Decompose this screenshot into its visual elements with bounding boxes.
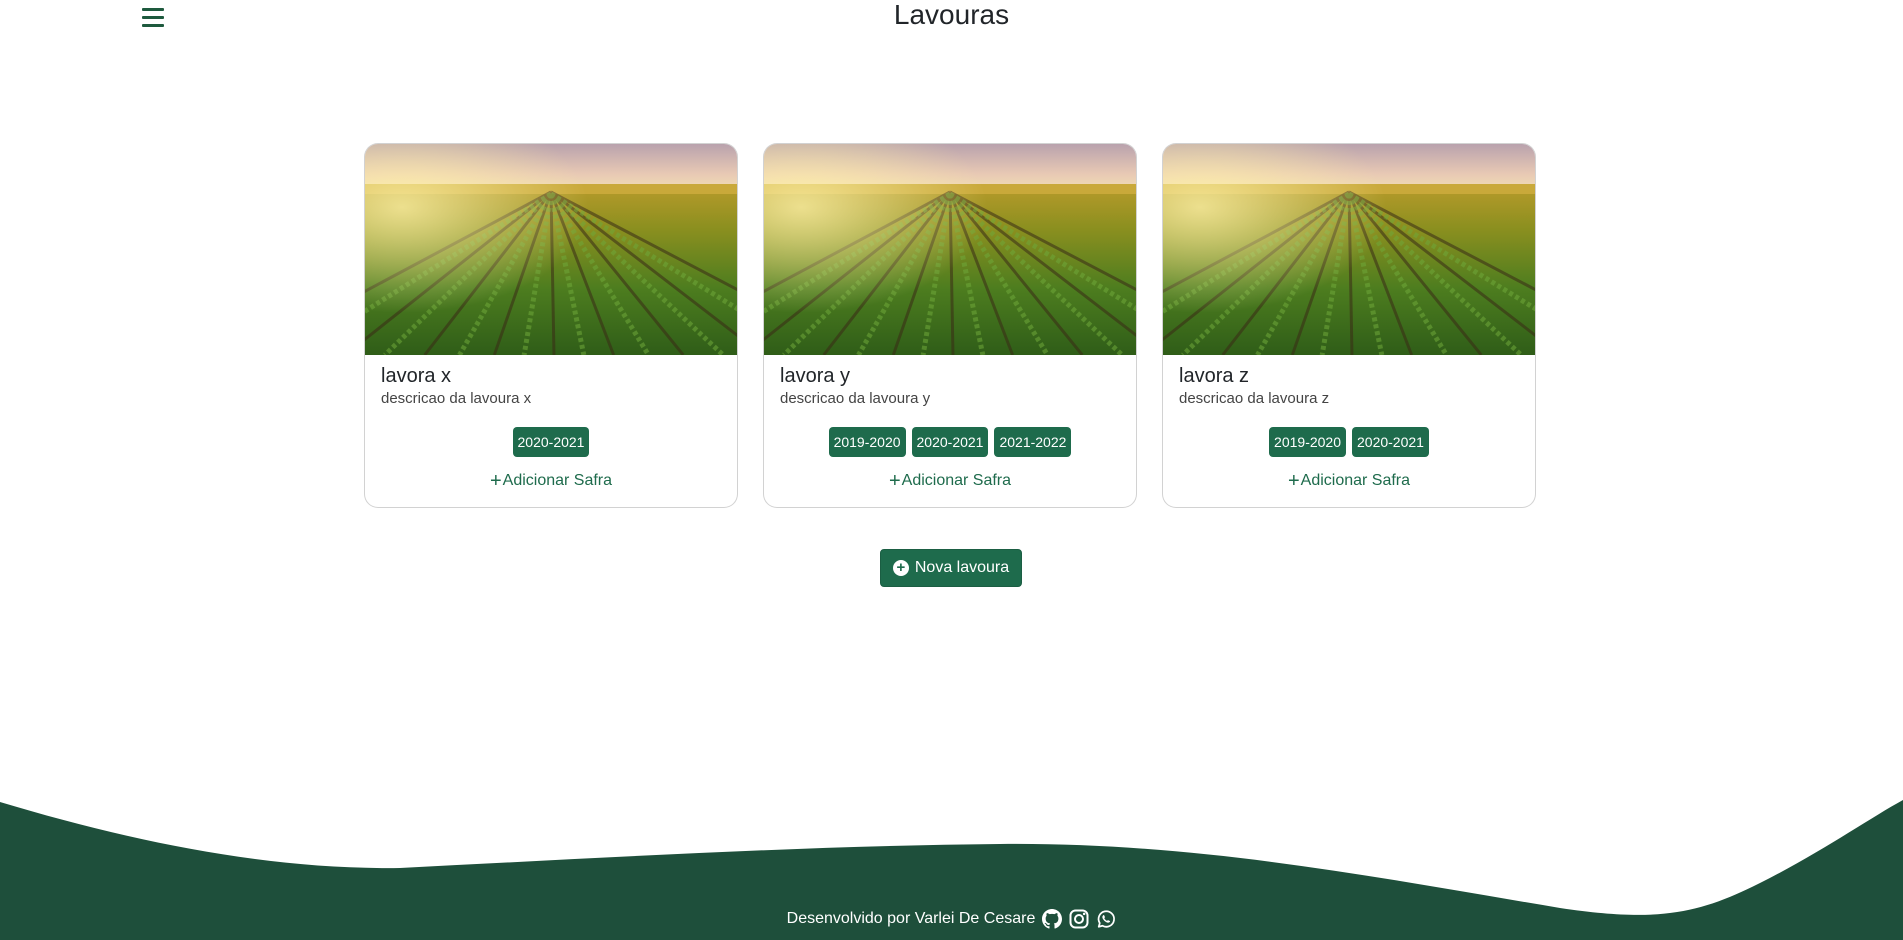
add-safra-label: Adicionar Safra <box>502 472 613 489</box>
safra-badge[interactable]: 2020-2021 <box>911 427 989 457</box>
footer: Desenvolvido por Varlei De Cesare <box>0 909 1903 929</box>
safra-badge[interactable]: 2020-2021 <box>1352 427 1429 457</box>
safras-list: 2019-2020 2020-2021 2021-2022 <box>764 427 1136 457</box>
instagram-icon[interactable] <box>1069 909 1089 929</box>
lavoura-description: descricao da lavoura y <box>780 390 931 407</box>
nova-lavoura-label: Nova lavoura <box>914 559 1010 576</box>
lavouras-list: lavora x descricao da lavoura x 2020-202… <box>364 143 1539 508</box>
nova-lavoura-button[interactable]: + Nova lavoura <box>880 549 1022 587</box>
safra-badge[interactable]: 2021-2022 <box>994 427 1072 457</box>
safras-list: 2019-2020 2020-2021 <box>1163 427 1535 457</box>
lavoura-card: lavora y descricao da lavoura y 2019-202… <box>763 143 1137 508</box>
whatsapp-icon[interactable] <box>1096 909 1116 929</box>
plus-icon: + <box>489 470 502 492</box>
safras-list: 2020-2021 <box>365 427 737 457</box>
add-safra-link[interactable]: + Adicionar Safra <box>365 470 737 492</box>
lavoura-title: lavora z <box>1179 365 1250 387</box>
lavoura-image <box>365 144 737 355</box>
plus-icon: + <box>1287 470 1300 492</box>
add-safra-label: Adicionar Safra <box>901 472 1012 489</box>
lavoura-card: lavora z descricao da lavoura z 2019-202… <box>1162 143 1536 508</box>
add-safra-link[interactable]: + Adicionar Safra <box>764 470 1136 492</box>
lavoura-title: lavora y <box>780 365 851 387</box>
add-safra-label: Adicionar Safra <box>1300 472 1411 489</box>
safra-badge[interactable]: 2020-2021 <box>512 427 590 457</box>
github-icon[interactable] <box>1042 909 1063 929</box>
safra-badge[interactable]: 2019-2020 <box>1269 427 1346 457</box>
plus-icon: + <box>888 470 901 492</box>
page-title: Lavouras <box>893 0 1010 30</box>
lavoura-image <box>1163 144 1535 355</box>
add-safra-link[interactable]: + Adicionar Safra <box>1163 470 1535 492</box>
lavoura-description: descricao da lavoura z <box>1179 390 1330 407</box>
lavoura-description: descricao da lavoura x <box>381 390 532 407</box>
safra-badge[interactable]: 2019-2020 <box>828 427 906 457</box>
lavoura-card: lavora x descricao da lavoura x 2020-202… <box>364 143 738 508</box>
footer-credit: Desenvolvido por Varlei De Cesare <box>786 910 1036 927</box>
lavoura-image <box>764 144 1136 355</box>
plus-circle-icon: + <box>892 560 909 576</box>
lavoura-title: lavora x <box>381 365 452 387</box>
